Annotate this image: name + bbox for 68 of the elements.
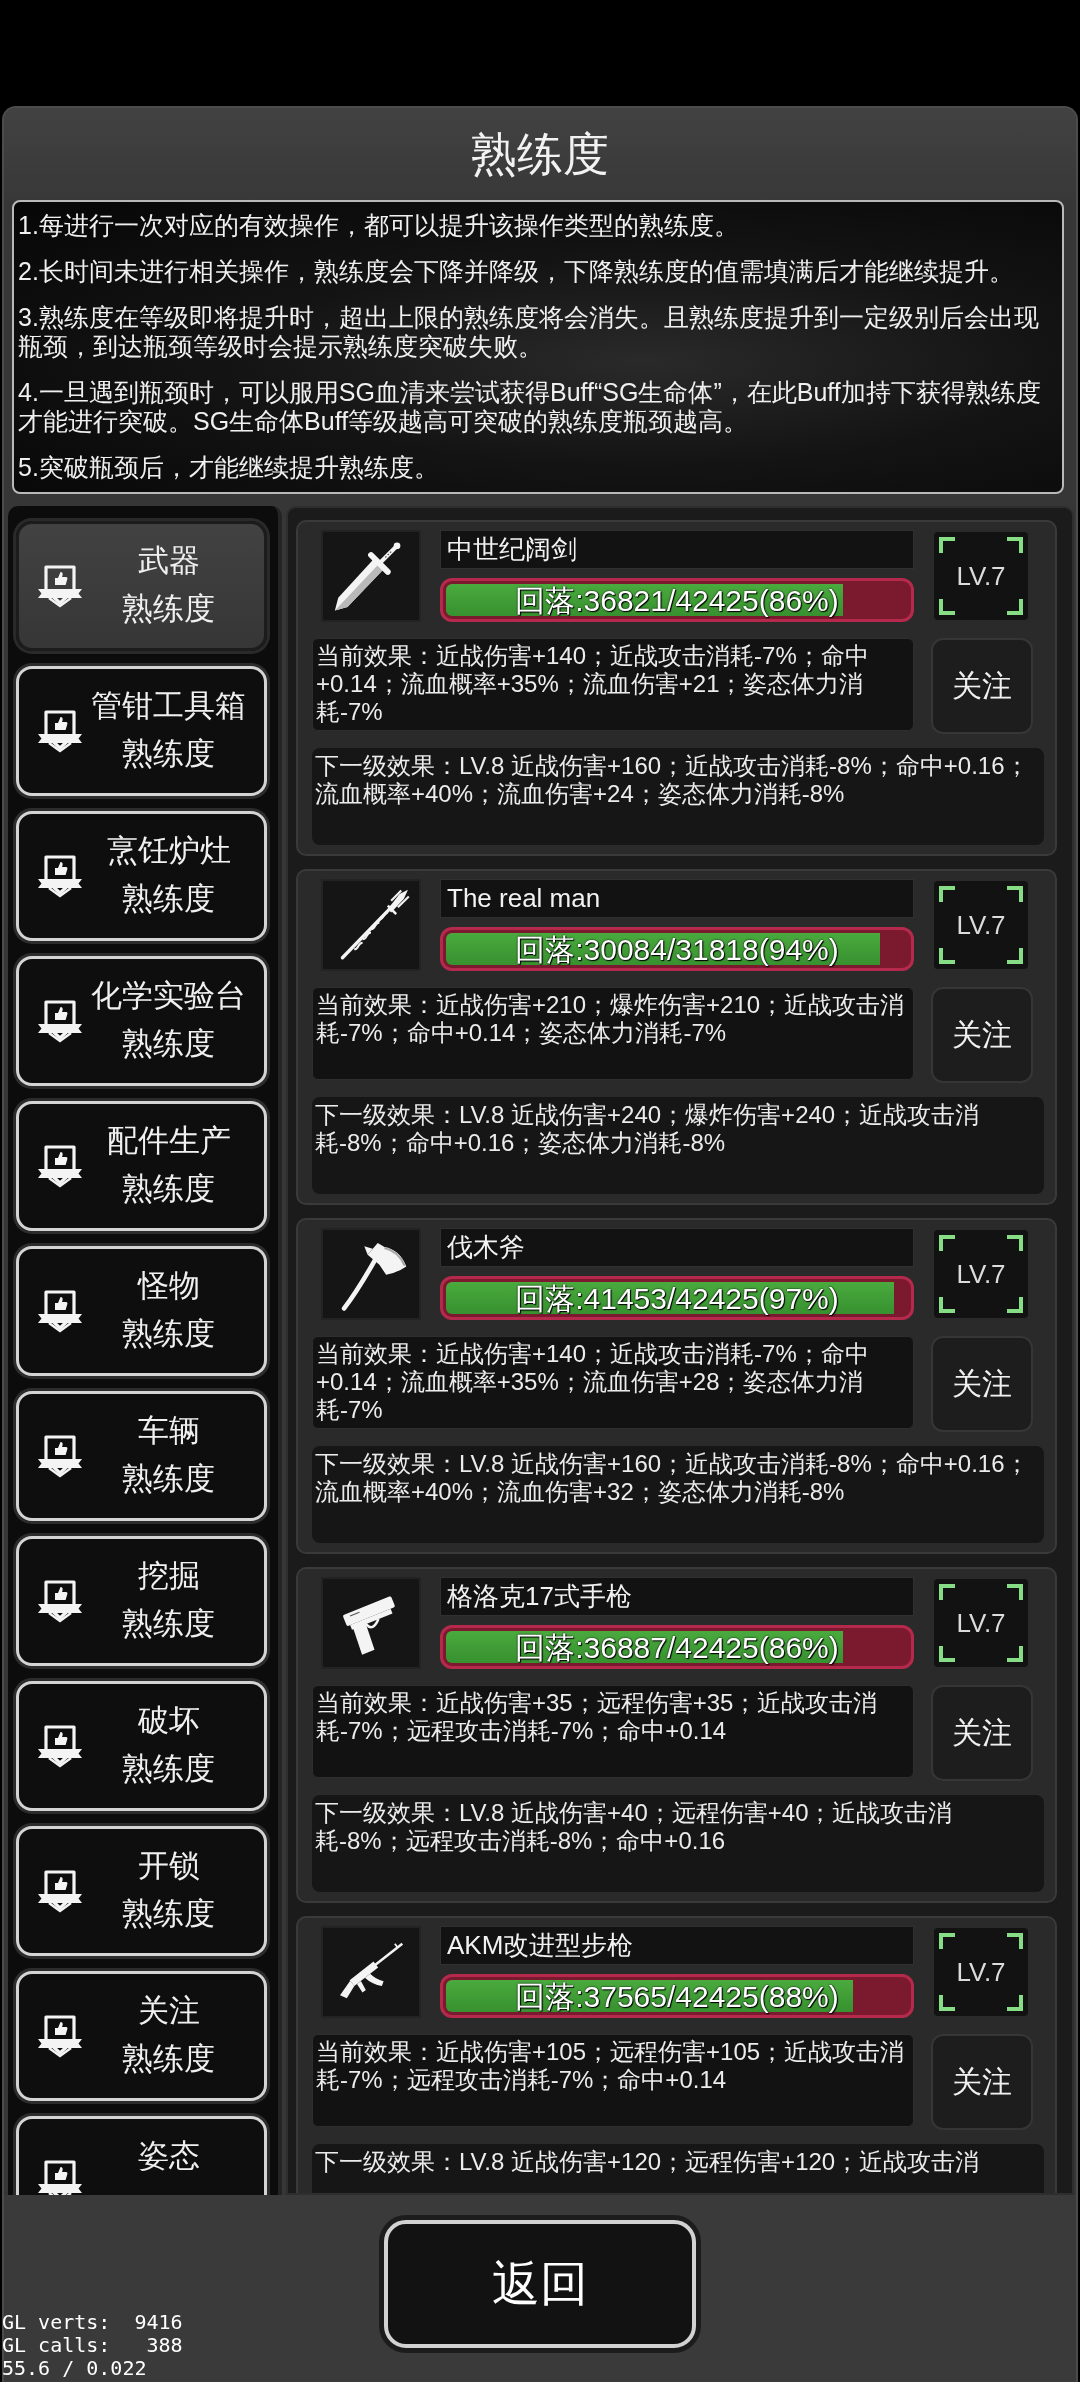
current-effect: 当前效果：近战伤害+35；远程伤害+35；近战攻击消耗-7%；远程攻击消耗-7%；命中+0.14 <box>312 1685 914 1778</box>
next-effect: 下一级效果：LV.8 近战伤害+40；远程伤害+40；近战攻击消耗-8%；远程攻击消耗-8%；命中+0.16 <box>312 1795 1044 1892</box>
weapon-name: 中世纪阔剑 <box>440 530 914 569</box>
debug-text: 55.6 / 0.022 <box>2 2357 148 2380</box>
sword-icon <box>321 530 421 622</box>
progress-text: 回落:37565/42425(88%) <box>515 1979 839 2015</box>
shield-thumbs-up-icon <box>37 1579 83 1623</box>
shield-thumbs-up-icon <box>37 1434 83 1478</box>
category-button[interactable]: 破坏 熟练度 <box>16 1681 267 1811</box>
category-button[interactable]: 怪物 熟练度 <box>16 1246 267 1376</box>
level-badge: LV.7 <box>932 1228 1030 1320</box>
progress-text: 回落:30084/31818(94%) <box>515 932 839 968</box>
page-title: 熟练度 <box>471 127 609 181</box>
shield-thumbs-up-icon <box>37 1869 83 1913</box>
progress-text: 回落:36821/42425(86%) <box>515 583 839 619</box>
pistol-icon <box>321 1577 421 1669</box>
category-button[interactable]: 武器 熟练度 <box>16 521 267 651</box>
shield-thumbs-up-icon <box>37 564 83 608</box>
category-button[interactable]: 烹饪炉灶 熟练度 <box>16 811 267 941</box>
category-button[interactable]: 化学实验台 熟练度 <box>16 956 267 1086</box>
follow-button[interactable]: 关注 <box>931 2034 1033 2130</box>
shield-thumbs-up-icon <box>37 1144 83 1188</box>
rule-text: 2.长时间未进行相关操作，熟练度会下降并降级，下降熟练度的值需填满后才能继续提升。 <box>18 257 1015 286</box>
debug-text: GL calls: 388 <box>2 2334 183 2357</box>
follow-button[interactable]: 关注 <box>931 1685 1033 1781</box>
level-badge: LV.7 <box>932 1577 1030 1669</box>
category-button[interactable]: 管钳工具箱 熟练度 <box>16 666 267 796</box>
follow-button[interactable]: 关注 <box>931 1336 1033 1432</box>
follow-button[interactable]: 关注 <box>931 638 1033 734</box>
progress-text: 回落:36887/42425(86%) <box>515 1630 839 1666</box>
next-effect: 下一级效果：LV.8 近战伤害+240；爆炸伤害+240；近战攻击消耗-8%；命中+0.16；姿态体力消耗-8% <box>312 1097 1044 1194</box>
category-button[interactable]: 配件生产 熟练度 <box>16 1101 267 1231</box>
shield-thumbs-up-icon <box>37 999 83 1043</box>
progress-text: 回落:41453/42425(97%) <box>515 1281 839 1317</box>
category-button[interactable]: 车辆 熟练度 <box>16 1391 267 1521</box>
weapon-name: 格洛克17式手枪 <box>440 1577 914 1616</box>
rule-text: 1.每进行一次对应的有效操作，都可以提升该操作类型的熟练度。 <box>18 211 740 240</box>
spear-icon <box>321 879 421 971</box>
rule-text: 5.突破瓶颈后，才能继续提升熟练度。 <box>18 453 440 482</box>
level-badge: LV.7 <box>932 879 1030 971</box>
level-badge: LV.7 <box>932 1926 1030 2018</box>
debug-text: GL verts: 9416 <box>2 2311 183 2334</box>
shield-thumbs-up-icon <box>37 2159 83 2195</box>
category-button[interactable]: 姿态 <box>16 2116 267 2195</box>
weapon-name: The real man <box>440 879 914 918</box>
weapon-name: AKM改进型步枪 <box>440 1926 914 1965</box>
next-effect: 下一级效果：LV.8 近战伤害+160；近战攻击消耗-8%；命中+0.16；流血概率+40%；流血伤害+24；姿态体力消耗-8% <box>312 748 1044 845</box>
shield-thumbs-up-icon <box>37 2014 83 2058</box>
category-button[interactable]: 关注 熟练度 <box>16 1971 267 2101</box>
weapon-name: 伐木斧 <box>440 1228 914 1267</box>
rifle-icon <box>321 1926 421 2018</box>
category-button[interactable]: 开锁 熟练度 <box>16 1826 267 1956</box>
current-effect: 当前效果：近战伤害+210；爆炸伤害+210；近战攻击消耗-7%；命中+0.14；姿态体力消耗-7% <box>312 987 914 1080</box>
rule-text: 4.一旦遇到瓶颈时，可以服用SG血清来尝试获得Buff“SG生命体”，在此Buff加持下获得熟练度才能进行突破。SG生命体Buff等级越高可突破的熟练度瓶颈越高。 <box>18 378 1042 436</box>
current-effect: 当前效果：近战伤害+140；近战攻击消耗-7%；命中+0.14；流血概率+35%；流血伤害+21；姿态体力消耗-7% <box>312 638 914 731</box>
shield-thumbs-up-icon <box>37 1289 83 1333</box>
shield-thumbs-up-icon <box>37 709 83 753</box>
next-effect: 下一级效果：LV.8 近战伤害+160；近战攻击消耗-8%；命中+0.16；流血概率+40%；流血伤害+32；姿态体力消耗-8% <box>312 1446 1044 1543</box>
current-effect: 当前效果：近战伤害+140；近战攻击消耗-7%；命中+0.14；流血概率+35%；流血伤害+28；姿态体力消耗-7% <box>312 1336 914 1429</box>
next-effect: 下一级效果：LV.8 近战伤害+120；远程伤害+120；近战攻击消 <box>312 2144 1044 2193</box>
shield-thumbs-up-icon <box>37 854 83 898</box>
shield-thumbs-up-icon <box>37 1724 83 1768</box>
axe-icon <box>321 1228 421 1320</box>
category-button[interactable]: 挖掘 熟练度 <box>16 1536 267 1666</box>
level-badge: LV.7 <box>932 530 1030 622</box>
follow-button[interactable]: 关注 <box>931 987 1033 1083</box>
current-effect: 当前效果：近战伤害+105；远程伤害+105；近战攻击消耗-7%；远程攻击消耗-7%；命中+0.14 <box>312 2034 914 2127</box>
rule-text: 3.熟练度在等级即将提升时，超出上限的熟练度将会消失。且熟练度提升到一定级别后会出现瓶颈，到达瓶颈等级时会提示熟练度突破失败。 <box>18 303 1040 361</box>
